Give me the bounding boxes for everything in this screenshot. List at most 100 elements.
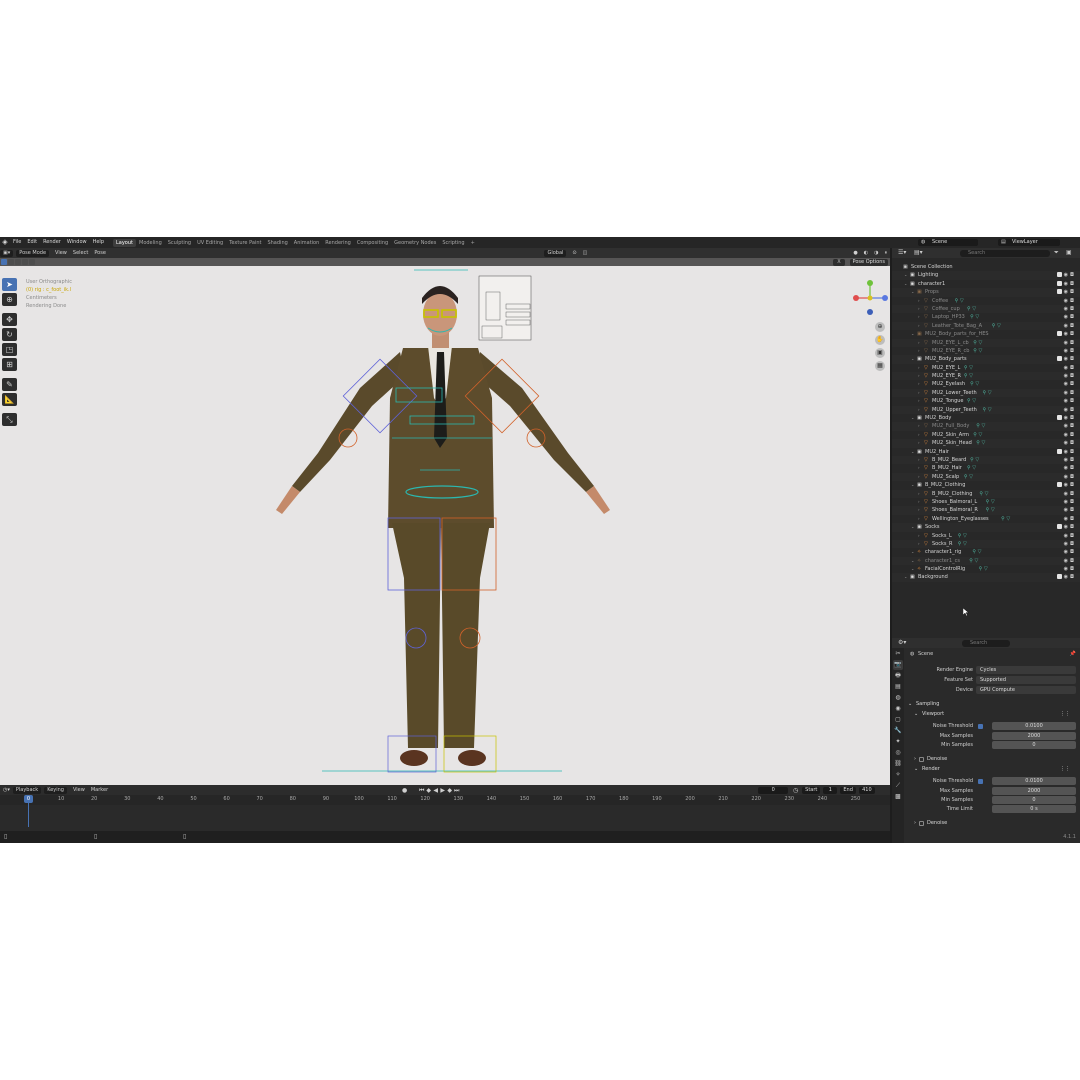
shading-rendered-icon[interactable]: ◑ [871, 250, 881, 257]
expand-arrow-icon[interactable]: ⌄ [911, 288, 914, 296]
tab-sculpting[interactable]: Sculpting [165, 239, 194, 247]
expand-arrow-icon[interactable]: › [918, 297, 920, 305]
outliner-row[interactable]: › ▽ B_MU2_Clothing ⚲ ▽ ◉◘ [892, 489, 1080, 498]
exclude-checkbox[interactable] [1056, 331, 1062, 337]
expand-arrow-icon[interactable]: ⌄ [911, 523, 914, 531]
outliner-row[interactable]: › ▽ MU2_Upper_Teeth ⚲ ▽ ◉◘ [892, 405, 1080, 415]
outliner-row[interactable]: ⌄ ▣ Props ◉◘ [892, 288, 1080, 297]
visibility-toggles[interactable]: ◉◘ [1064, 389, 1076, 397]
menu-view[interactable]: View [52, 250, 70, 257]
expand-arrow-icon[interactable]: ⌄ [911, 414, 914, 422]
eye-camera-icon[interactable]: ◉◘ [1064, 541, 1076, 547]
select-intersect-mode-icon[interactable] [29, 259, 35, 265]
visibility-toggles[interactable]: ◉◘ [1064, 380, 1076, 388]
expand-arrow-icon[interactable]: › [918, 397, 920, 405]
expand-arrow-icon[interactable]: › [918, 540, 920, 548]
visibility-toggles[interactable]: ◉◘ [1064, 456, 1076, 464]
expand-arrow-icon[interactable]: › [918, 456, 920, 464]
expand-arrow-icon[interactable]: › [918, 380, 920, 388]
current-frame-field[interactable]: 0 [758, 786, 789, 794]
tab-texture-paint[interactable]: Texture Paint [226, 239, 264, 247]
start-frame-field[interactable]: 1 [823, 786, 838, 794]
visibility-toggles[interactable]: ◉◘ [1056, 523, 1076, 531]
properties-search-input[interactable]: Search [962, 640, 1010, 647]
transform-orientation-dropdown[interactable]: Global [544, 249, 567, 257]
visibility-toggles[interactable]: ◉◘ [1056, 271, 1076, 279]
eye-camera-icon[interactable]: ◉◘ [1064, 381, 1076, 387]
shading-material-icon[interactable]: ◐ [861, 250, 871, 257]
visibility-toggles[interactable]: ◉◘ [1064, 422, 1076, 430]
eye-camera-icon[interactable]: ◉◘ [1064, 314, 1076, 320]
playback-menu[interactable]: Playback [12, 786, 42, 794]
playhead-frame-label[interactable]: 0 [24, 795, 33, 803]
exclude-checkbox[interactable] [1056, 482, 1062, 488]
vp-denoise-header[interactable]: › Denoise [906, 755, 1078, 764]
feature-set-dropdown[interactable]: Supported [976, 676, 1076, 684]
outliner-row[interactable]: › ▽ MU2_EYE_R ⚲ ▽ ◉◘ [892, 372, 1080, 381]
render-engine-dropdown[interactable]: Cycles [976, 666, 1076, 674]
expand-arrow-icon[interactable]: ⌄ [911, 355, 914, 363]
eye-camera-icon[interactable]: ◉◘ [1064, 499, 1076, 505]
tab-shading[interactable]: Shading [264, 239, 290, 247]
eye-camera-icon[interactable]: ◉◘ [1064, 331, 1076, 337]
blender-logo-icon[interactable]: ◈ [0, 237, 10, 248]
x-mirror-toggle[interactable]: X [833, 259, 845, 266]
eye-camera-icon[interactable]: ◉◘ [1064, 566, 1076, 572]
r-min-samples-field[interactable]: 0 [992, 796, 1076, 804]
visibility-toggles[interactable]: ◉◘ [1056, 573, 1076, 581]
eye-camera-icon[interactable]: ◉◘ [1064, 407, 1076, 413]
properties-editor-type-icon[interactable]: ⚙▾ [898, 639, 906, 646]
3d-viewport[interactable]: ▣▾ Pose Mode View Select Pose Global ⊙ ◫… [0, 248, 890, 785]
outliner-row[interactable]: › ▽ MU2_Eyelash ⚲ ▽ ◉◘ [892, 380, 1080, 388]
visibility-toggles[interactable]: ◉◘ [1064, 473, 1076, 481]
outliner-editor-type-icon[interactable]: ☰▾ [898, 249, 906, 256]
exclude-checkbox[interactable] [1056, 524, 1062, 530]
tab-layout[interactable]: Layout [113, 238, 136, 247]
expand-arrow-icon[interactable]: ⌄ [904, 280, 907, 288]
eye-camera-icon[interactable]: ◉◘ [1064, 398, 1076, 404]
viewport-subsection-header[interactable]: ⌄ Viewport ⋮⋮ [906, 710, 1078, 719]
particles-tab-icon[interactable]: ✦ [893, 737, 903, 747]
outliner-row[interactable]: ⌄ ▣ MU2_Hair ◉◘ [892, 448, 1080, 456]
world-tab-icon[interactable]: ◉ [893, 704, 903, 714]
tab-modeling[interactable]: Modeling [136, 239, 165, 247]
outliner-row[interactable]: ⌄ ▣ Lighting ◉◘ [892, 271, 1080, 280]
visibility-toggles[interactable]: ◉◘ [1056, 355, 1076, 363]
visibility-toggles[interactable]: ◉◘ [1064, 397, 1076, 405]
timeline-ruler[interactable]: 10 20 30 40 50 60 70 80 90 100 110 120 130 140 150 160 1… [0, 795, 890, 805]
eye-camera-icon[interactable]: ◉◘ [1064, 340, 1076, 346]
outliner-row[interactable]: › ▽ MU2_EYE_L_cb ⚲ ▽ ◉◘ [892, 338, 1080, 347]
move-icon[interactable]: ✥ [2, 313, 17, 326]
expand-arrow-icon[interactable]: › [918, 389, 920, 397]
menu-help[interactable]: Help [90, 237, 107, 248]
outliner-row[interactable]: › ▽ Wellington_Eyeglasses ⚲ ▽ ◉◘ [892, 515, 1080, 523]
outliner-row[interactable]: › ▽ Coffee_cup ⚲ ▽ ◉◘ [892, 304, 1080, 314]
outliner-row[interactable]: ⌄ ▣ MU2_Body ◉◘ [892, 414, 1080, 422]
mode-dropdown[interactable]: Pose Mode [16, 249, 50, 257]
modifier-tab-icon[interactable]: 🔧 [893, 726, 903, 736]
end-frame-field[interactable]: 410 [858, 786, 875, 794]
outliner-row[interactable]: › ▽ Laptop_HP33 ⚲ ▽ ◉◘ [892, 313, 1080, 321]
eye-camera-icon[interactable]: ◉◘ [1064, 348, 1076, 354]
visibility-toggles[interactable]: ◉◘ [1064, 339, 1076, 347]
vp-noise-threshold-checkbox[interactable] [978, 724, 983, 729]
visibility-toggles[interactable]: ◉◘ [1064, 498, 1076, 506]
r-denoise-checkbox[interactable] [919, 821, 924, 826]
render-subsection-header[interactable]: ⌄ Render ⋮⋮ [906, 765, 1078, 774]
pin-icon[interactable]: 📌 [1070, 650, 1076, 659]
object-tab-icon[interactable]: ▢ [893, 715, 903, 725]
tab-rendering[interactable]: Rendering [322, 239, 354, 247]
exclude-checkbox[interactable] [1056, 356, 1062, 362]
pan-hand-icon[interactable]: ✋ [875, 335, 885, 345]
visibility-toggles[interactable]: ◉◘ [1064, 515, 1076, 523]
outliner-row[interactable]: › ▽ MU2_EYE_L ⚲ ▽ ◉◘ [892, 364, 1080, 372]
eye-camera-icon[interactable]: ◉◘ [1064, 432, 1076, 438]
sampling-section-header[interactable]: ⌄ Sampling [906, 700, 1078, 709]
outliner-search-input[interactable]: Search [960, 250, 1050, 257]
r-max-samples-field[interactable]: 2000 [992, 787, 1076, 795]
eye-camera-icon[interactable]: ◉◘ [1064, 524, 1076, 530]
tab-geometry-nodes[interactable]: Geometry Nodes [391, 239, 439, 247]
tab-compositing[interactable]: Compositing [354, 239, 391, 247]
rotate-icon[interactable]: ↻ [2, 328, 17, 341]
expand-arrow-icon[interactable]: ⌄ [911, 557, 914, 565]
